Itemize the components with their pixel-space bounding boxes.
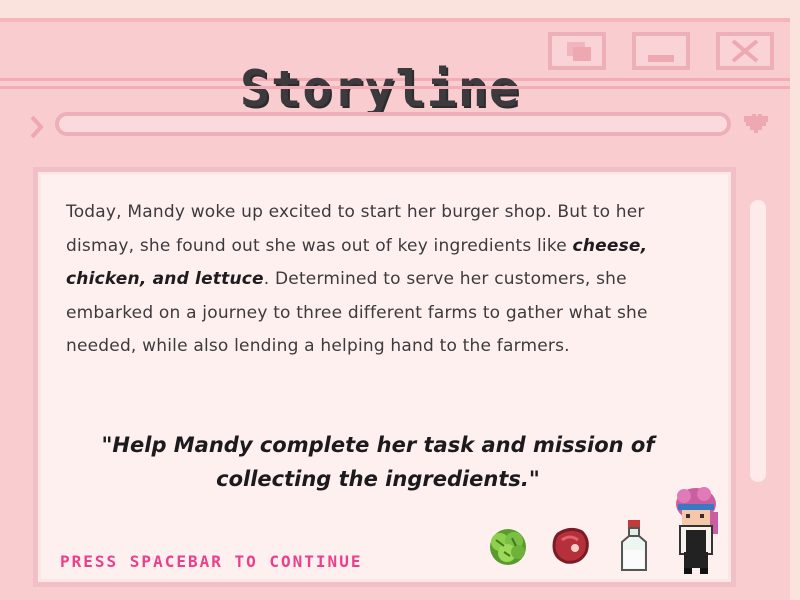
window-title: Storyline: [240, 60, 520, 118]
story-panel: Today, Mandy woke up excited to start he…: [33, 167, 736, 587]
meat-icon: [552, 527, 589, 564]
storyline-window: Storyline Today, Mandy woke up excited t…: [0, 18, 790, 600]
milk-icon: [621, 520, 647, 571]
mandy-character: [676, 487, 718, 574]
continue-prompt[interactable]: PRESS SPACEBAR TO CONTINUE: [60, 552, 362, 571]
mission-quote: "Help Mandy complete her task and missio…: [101, 433, 655, 491]
address-bar: [55, 112, 731, 136]
story-text: Today, Mandy woke up excited to start he…: [66, 196, 716, 364]
heart-icon: [744, 114, 768, 133]
story-intro: Today, Mandy woke up excited to start he…: [66, 202, 645, 256]
title-rule-bottom: [0, 86, 790, 89]
arrow-left-icon: [30, 115, 44, 139]
lettuce-icon: [490, 529, 526, 565]
scrollbar[interactable]: [750, 200, 766, 482]
